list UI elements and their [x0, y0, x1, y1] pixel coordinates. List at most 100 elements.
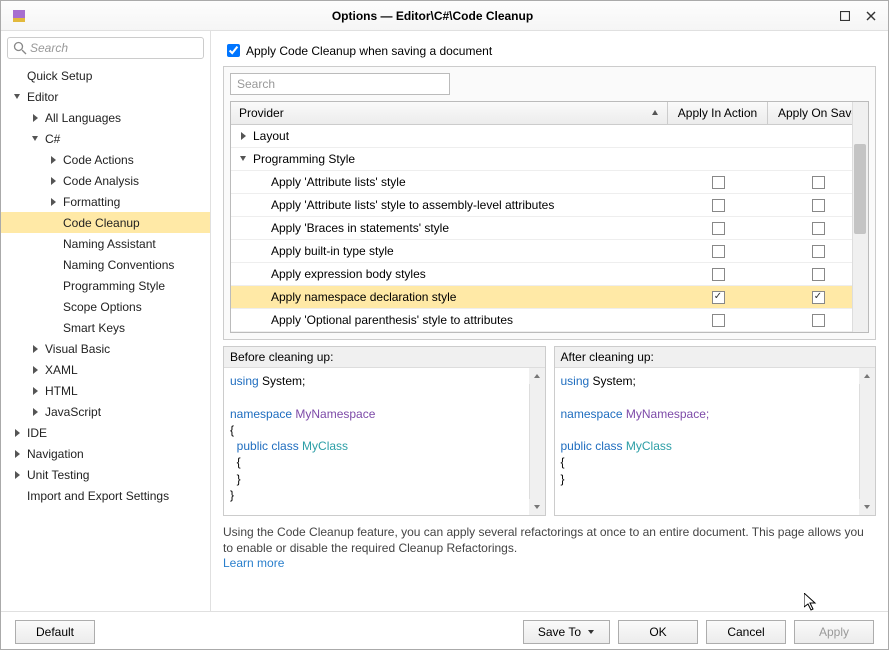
sidebar-search-input[interactable]: [7, 37, 204, 59]
chevron-right-icon[interactable]: [11, 448, 23, 460]
tree-item[interactable]: Import and Export Settings: [1, 485, 210, 506]
tree-item-label: Editor: [27, 90, 58, 104]
chevron-right-icon[interactable]: [29, 406, 41, 418]
provider-label: Apply 'Attribute lists' style to assembl…: [271, 198, 554, 212]
tree-item[interactable]: Unit Testing: [1, 464, 210, 485]
tree-spacer: [11, 490, 23, 502]
provider-search-input[interactable]: [230, 73, 450, 95]
tree-item[interactable]: JavaScript: [1, 401, 210, 422]
tree-item[interactable]: Naming Assistant: [1, 233, 210, 254]
tree-item-label: C#: [45, 132, 60, 146]
tree-item-label: Smart Keys: [63, 321, 125, 335]
tree-item[interactable]: Smart Keys: [1, 317, 210, 338]
apply-in-action-checkbox[interactable]: [712, 268, 725, 281]
after-caption: After cleaning up:: [555, 347, 876, 368]
tree-item[interactable]: Editor: [1, 86, 210, 107]
chevron-right-icon[interactable]: [47, 196, 59, 208]
chevron-right-icon[interactable]: [29, 343, 41, 355]
chevron-right-icon[interactable]: [237, 130, 249, 142]
grid-scrollbar[interactable]: [852, 102, 868, 332]
scroll-down-icon[interactable]: [529, 499, 545, 515]
tree-item[interactable]: Naming Conventions: [1, 254, 210, 275]
provider-item-row[interactable]: Apply expression body styles: [231, 263, 868, 286]
apply-on-save-label: Apply Code Cleanup when saving a documen…: [246, 44, 492, 58]
provider-item-row[interactable]: Apply 'Attribute lists' style to assembl…: [231, 194, 868, 217]
apply-on-save-checkbox[interactable]: [812, 268, 825, 281]
tree-item[interactable]: Navigation: [1, 443, 210, 464]
tree-item[interactable]: Code Cleanup: [1, 212, 210, 233]
chevron-down-icon: [587, 625, 595, 639]
chevron-right-icon[interactable]: [47, 154, 59, 166]
ok-button[interactable]: OK: [618, 620, 698, 644]
apply-on-save-checkbox[interactable]: [812, 176, 825, 189]
apply-on-save-checkbox[interactable]: [812, 199, 825, 212]
chevron-down-icon[interactable]: [29, 133, 41, 145]
chevron-down-icon[interactable]: [237, 153, 249, 165]
tree-item[interactable]: C#: [1, 128, 210, 149]
provider-item-row[interactable]: Apply 'Optional parenthesis' style to at…: [231, 309, 868, 332]
apply-on-save-checkbox[interactable]: [812, 222, 825, 235]
chevron-right-icon[interactable]: [47, 175, 59, 187]
tree-item-label: Naming Assistant: [63, 237, 156, 251]
scroll-up-icon[interactable]: [859, 368, 875, 384]
provider-item-row[interactable]: Apply built-in type style: [231, 240, 868, 263]
close-button[interactable]: [858, 4, 884, 28]
apply-in-action-checkbox[interactable]: [712, 314, 725, 327]
apply-on-save-checkbox[interactable]: [812, 291, 825, 304]
chevron-right-icon[interactable]: [29, 112, 41, 124]
apply-on-save-checkbox[interactable]: [227, 44, 240, 57]
tree-item-label: Quick Setup: [27, 69, 92, 83]
apply-button[interactable]: Apply: [794, 620, 874, 644]
chevron-right-icon[interactable]: [11, 469, 23, 481]
tree-item[interactable]: Formatting: [1, 191, 210, 212]
apply-in-action-checkbox[interactable]: [712, 199, 725, 212]
after-code: using System; namespace MyNamespace; pub…: [555, 368, 876, 515]
cancel-button[interactable]: Cancel: [706, 620, 786, 644]
tree-item[interactable]: HTML: [1, 380, 210, 401]
tree-item[interactable]: All Languages: [1, 107, 210, 128]
provider-item-row[interactable]: Apply 'Attribute lists' style: [231, 171, 868, 194]
provider-item-row[interactable]: Apply namespace declaration style: [231, 286, 868, 309]
tree-item-label: Formatting: [63, 195, 120, 209]
apply-on-save-checkbox[interactable]: [812, 245, 825, 258]
apply-on-save-checkbox[interactable]: [812, 314, 825, 327]
scroll-down-icon[interactable]: [859, 499, 875, 515]
tree-item[interactable]: Code Actions: [1, 149, 210, 170]
provider-grid[interactable]: Provider Apply In Action Apply On Save L…: [230, 101, 869, 333]
chevron-down-icon[interactable]: [11, 91, 23, 103]
tree-item[interactable]: Visual Basic: [1, 338, 210, 359]
column-header-action[interactable]: Apply In Action: [668, 102, 768, 124]
save-to-button[interactable]: Save To: [523, 620, 610, 644]
tree-item[interactable]: Scope Options: [1, 296, 210, 317]
learn-more-link[interactable]: Learn more: [223, 556, 876, 570]
tree-item-label: All Languages: [45, 111, 121, 125]
chevron-right-icon[interactable]: [11, 427, 23, 439]
tree-item[interactable]: Programming Style: [1, 275, 210, 296]
apply-in-action-checkbox[interactable]: [712, 222, 725, 235]
settings-tree[interactable]: Quick Setup Editor All Languages C# Code Act…: [1, 65, 210, 611]
provider-group-row[interactable]: Programming Style: [231, 148, 868, 171]
scroll-up-icon[interactable]: [529, 368, 545, 384]
sort-asc-icon: [651, 106, 659, 120]
tree-item[interactable]: Quick Setup: [1, 65, 210, 86]
chevron-right-icon[interactable]: [29, 385, 41, 397]
maximize-button[interactable]: [832, 4, 858, 28]
grid-scroll-thumb[interactable]: [854, 144, 866, 234]
chevron-right-icon[interactable]: [29, 364, 41, 376]
apply-in-action-checkbox[interactable]: [712, 176, 725, 189]
provider-item-row[interactable]: Apply 'Braces in statements' style: [231, 217, 868, 240]
after-scrollbar[interactable]: [859, 368, 875, 515]
provider-label: Apply 'Optional parenthesis' style to at…: [271, 313, 513, 327]
apply-in-action-checkbox[interactable]: [712, 245, 725, 258]
tree-item[interactable]: Code Analysis: [1, 170, 210, 191]
apply-in-action-checkbox[interactable]: [712, 291, 725, 304]
apply-on-save-row[interactable]: Apply Code Cleanup when saving a documen…: [223, 41, 876, 60]
tree-spacer: [47, 280, 59, 292]
default-button[interactable]: Default: [15, 620, 95, 644]
column-header-provider[interactable]: Provider: [231, 102, 668, 124]
before-scrollbar[interactable]: [529, 368, 545, 515]
tree-item[interactable]: IDE: [1, 422, 210, 443]
tree-item-label: Programming Style: [63, 279, 165, 293]
tree-item[interactable]: XAML: [1, 359, 210, 380]
provider-group-row[interactable]: Layout: [231, 125, 868, 148]
